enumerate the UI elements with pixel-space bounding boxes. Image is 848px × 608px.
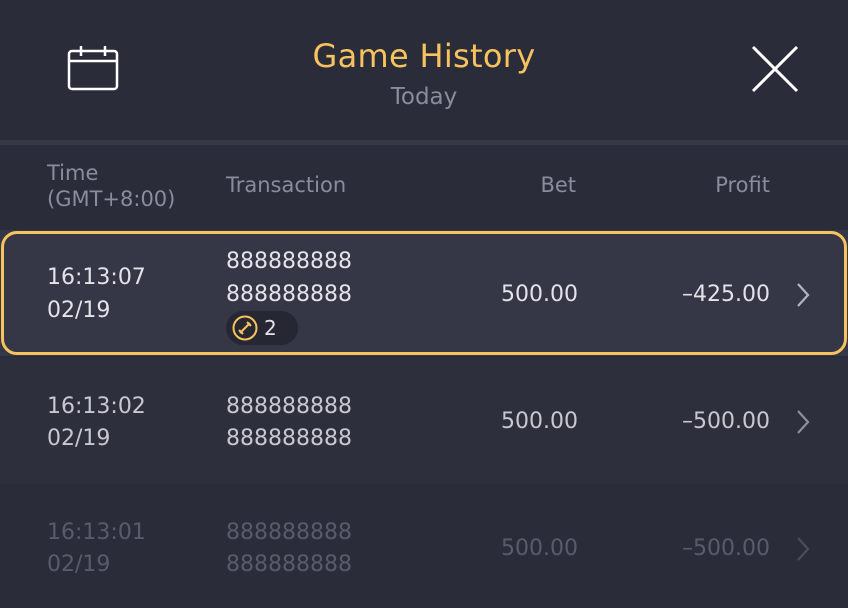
game-history-screen: Game History Today Time (GMT+8:00) Trans… <box>0 0 848 608</box>
row-bet: 500.00 <box>501 536 578 561</box>
row-bet: 500.00 <box>501 282 578 307</box>
page-title: Game History <box>312 37 536 75</box>
header: Game History Today <box>0 0 848 140</box>
history-row[interactable]: 16:13:01 02/19 888888888 888888888 500.0… <box>0 486 848 608</box>
column-header-time: Time (GMT+8:00) <box>47 160 175 212</box>
chevron-right-icon <box>797 537 810 561</box>
history-row[interactable]: 16:13:07 02/19 888888888 888888888 2 500… <box>0 230 848 356</box>
row-date: 02/19 <box>47 426 111 451</box>
row-transaction-line1: 888888888 <box>226 249 352 274</box>
row-transaction-line1: 888888888 <box>226 394 352 419</box>
row-time: 16:13:01 <box>47 520 146 545</box>
row-date: 02/19 <box>47 298 111 323</box>
badge-count: 2 <box>264 316 277 340</box>
row-time: 16:13:02 <box>47 394 146 419</box>
column-header-time-label: Time <box>47 161 99 185</box>
header-divider <box>0 140 848 145</box>
page-subtitle: Today <box>390 84 458 110</box>
close-icon <box>751 45 799 93</box>
free-game-badge: 2 <box>226 311 298 345</box>
row-profit: –500.00 <box>682 409 770 434</box>
sword-icon <box>232 315 258 341</box>
row-date: 02/19 <box>47 552 111 577</box>
calendar-button[interactable] <box>62 40 124 96</box>
row-transaction-line2: 888888888 <box>226 282 352 307</box>
row-transaction-line2: 888888888 <box>226 552 352 577</box>
row-profit: –425.00 <box>682 282 770 307</box>
column-header-timezone: (GMT+8:00) <box>47 187 176 211</box>
history-row[interactable]: 16:13:02 02/19 888888888 888888888 500.0… <box>0 358 848 484</box>
chevron-right-icon <box>797 283 810 307</box>
calendar-icon <box>67 46 119 91</box>
column-header-transaction: Transaction <box>226 173 347 197</box>
chevron-right-icon <box>797 410 810 434</box>
column-header-profit: Profit <box>715 173 770 197</box>
close-button[interactable] <box>746 40 804 98</box>
row-transaction-line1: 888888888 <box>226 520 352 545</box>
column-header-bet: Bet <box>540 173 576 197</box>
row-profit: –500.00 <box>682 536 770 561</box>
row-bet: 500.00 <box>501 409 578 434</box>
row-transaction-line2: 888888888 <box>226 426 352 451</box>
row-time: 16:13:07 <box>47 265 146 290</box>
